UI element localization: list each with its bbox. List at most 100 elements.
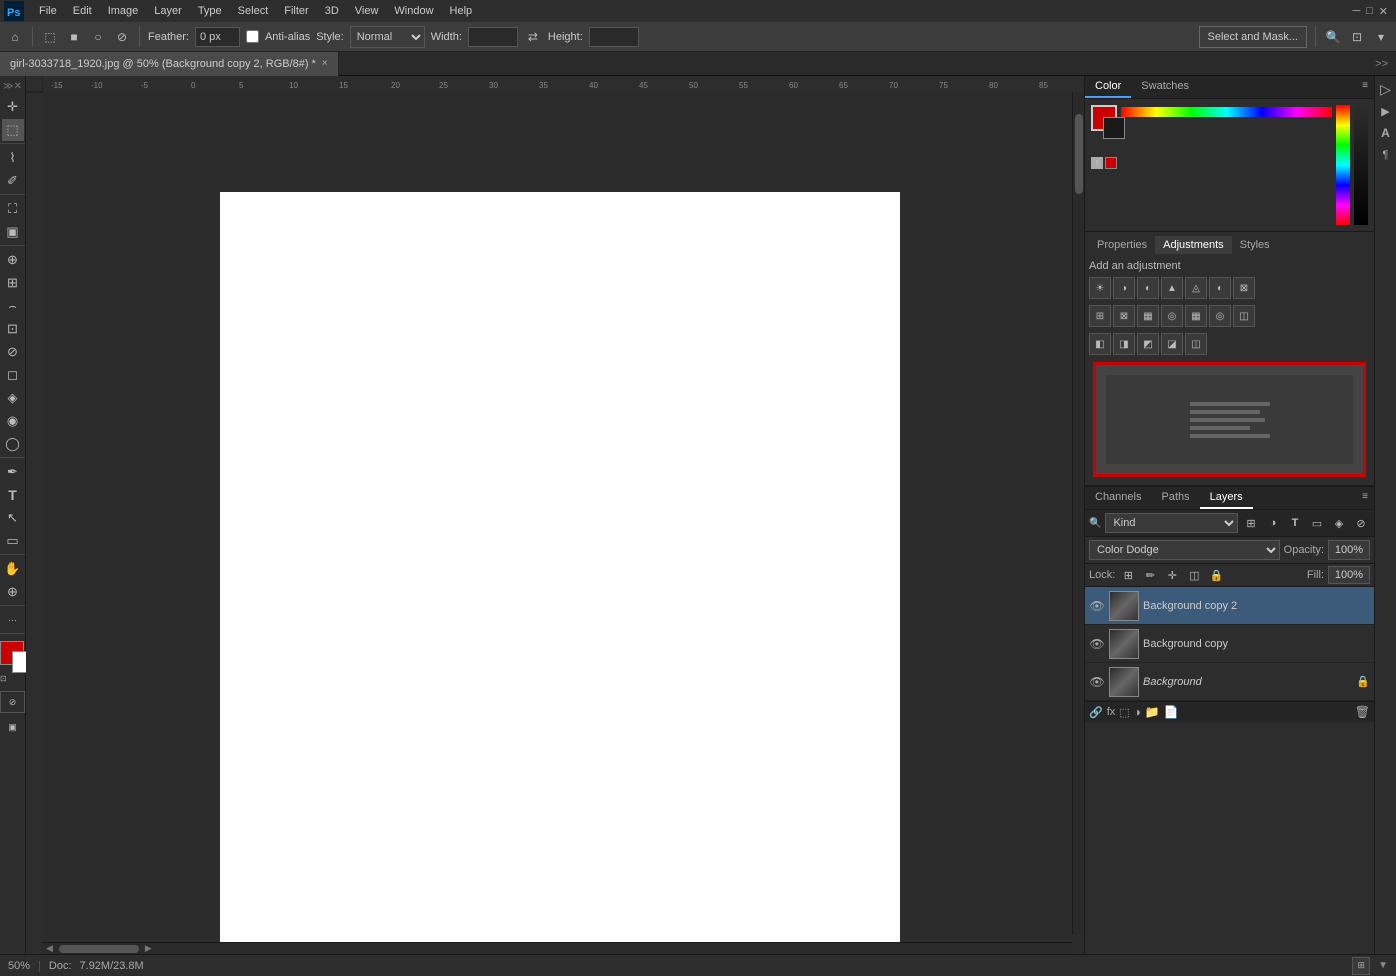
add-adj-icon[interactable]: ◑ — [1134, 705, 1141, 719]
adj-exposure[interactable]: ▲ — [1161, 277, 1183, 299]
toolbar-collapse-icon[interactable]: ≫ — [3, 81, 13, 92]
adj-posterize[interactable]: ◎ — [1209, 305, 1231, 327]
adj-hdr-toning[interactable]: ◪ — [1161, 333, 1183, 355]
adj-shadows[interactable]: ◩ — [1137, 333, 1159, 355]
path-select-tool[interactable]: ↖ — [2, 507, 24, 529]
layer-row-bg[interactable]: 👁 Background 🔒 — [1085, 663, 1374, 701]
adj-photo-filter[interactable]: ⊠ — [1113, 305, 1135, 327]
menu-help[interactable]: Help — [443, 3, 480, 19]
color-panel-menu[interactable]: ≡ — [1356, 76, 1374, 98]
adj-invert[interactable]: ▦ — [1185, 305, 1207, 327]
quick-mask-btn[interactable]: ⊘ — [0, 691, 25, 713]
layers-kind-select[interactable]: Kind Name Effect Mode Attribute Color — [1105, 513, 1238, 533]
filter-adj-icon[interactable]: ◑ — [1264, 514, 1282, 532]
menu-filter[interactable]: Filter — [277, 3, 315, 19]
menu-3d[interactable]: 3D — [318, 3, 346, 19]
search-icon[interactable]: 🔍 — [1324, 28, 1342, 46]
new-layer-icon[interactable]: 📄 — [1164, 705, 1179, 719]
vertical-scroll-thumb[interactable] — [1075, 114, 1083, 194]
delete-layer-icon[interactable]: 🗑 — [1355, 705, 1370, 719]
dodge-tool[interactable]: ◯ — [2, 433, 24, 455]
style-select[interactable]: Normal Fixed Ratio Fixed Size — [350, 26, 425, 48]
hue-spectrum[interactable] — [1121, 107, 1332, 117]
workspace-icon[interactable]: ⊡ — [1348, 28, 1366, 46]
adj-vibrance[interactable]: ◬ — [1185, 277, 1207, 299]
menu-select[interactable]: Select — [231, 3, 276, 19]
default-colors-icon[interactable]: ⊡ — [0, 674, 7, 683]
lock-position-icon[interactable]: ✛ — [1163, 566, 1181, 584]
menu-type[interactable]: Type — [191, 3, 229, 19]
height-input[interactable] — [589, 27, 639, 47]
tab-close-btn[interactable]: × — [322, 58, 328, 69]
gamut-color-box[interactable] — [1105, 157, 1117, 169]
blur-tool[interactable]: ◉ — [2, 410, 24, 432]
magic-wand-tool[interactable]: ✐ — [2, 170, 24, 192]
text-tool[interactable]: T — [2, 484, 24, 506]
scroll-left-btn[interactable]: ◀ — [44, 943, 55, 954]
close-btn[interactable]: ✕ — [1379, 5, 1388, 18]
selection-refine-icon[interactable]: ⊘ — [113, 28, 131, 46]
adj-bw[interactable]: ⊞ — [1089, 305, 1111, 327]
tab-swatches[interactable]: Swatches — [1131, 76, 1199, 98]
screen-mode-btn[interactable]: ▣ — [0, 716, 25, 738]
selection-tool-circle[interactable]: ○ — [89, 28, 107, 46]
heal-tool[interactable]: ⊞ — [2, 272, 24, 294]
tab-layers[interactable]: Layers — [1200, 487, 1253, 509]
menu-view[interactable]: View — [348, 3, 386, 19]
gradient-tool[interactable]: ◈ — [2, 387, 24, 409]
scroll-down-btn[interactable]: ▼ — [1378, 960, 1388, 971]
document-tab[interactable]: girl-3033718_1920.jpg @ 50% (Background … — [0, 52, 339, 76]
zoom-fit-icon[interactable]: ⊞ — [1352, 957, 1370, 975]
anti-alias-checkbox[interactable] — [246, 30, 259, 43]
filter-type-icon[interactable]: T — [1286, 514, 1304, 532]
history-brush[interactable]: ⊘ — [2, 341, 24, 363]
adj-threshold[interactable]: ◫ — [1233, 305, 1255, 327]
menu-file[interactable]: File — [32, 3, 64, 19]
zoom-tool[interactable]: ⊕ — [2, 581, 24, 603]
fill-input[interactable] — [1328, 566, 1370, 584]
tab-styles[interactable]: Styles — [1232, 236, 1278, 254]
home-icon[interactable]: ⌂ — [6, 28, 24, 46]
lock-artboards-icon[interactable]: ◫ — [1185, 566, 1203, 584]
filter-shape-icon[interactable]: ▭ — [1308, 514, 1326, 532]
adj-gradient-map[interactable]: ◧ — [1089, 333, 1111, 355]
minimize-btn[interactable]: ─ — [1352, 5, 1360, 18]
vertical-scrollbar[interactable] — [1072, 92, 1084, 934]
blend-mode-select[interactable]: Normal Dissolve Darken Multiply Color Bu… — [1089, 540, 1280, 560]
layer-row-bgcopy[interactable]: 👁 Background copy — [1085, 625, 1374, 663]
selection-tool[interactable]: ⬚ — [2, 119, 24, 141]
layer-row-bg2[interactable]: 👁 Background copy 2 — [1085, 587, 1374, 625]
hand-tool[interactable]: ✋ — [2, 558, 24, 580]
feather-input[interactable] — [195, 27, 240, 47]
move-tool[interactable]: ✛ — [2, 96, 24, 118]
adj-selective-color[interactable]: ◨ — [1113, 333, 1135, 355]
eyedropper-tool[interactable]: ⊕ — [2, 249, 24, 271]
tab-channels[interactable]: Channels — [1085, 487, 1151, 509]
restore-btn[interactable]: □ — [1366, 5, 1373, 18]
paragraph-icon[interactable]: ¶ — [1377, 146, 1395, 164]
filter-toggle-icon[interactable]: ⊘ — [1352, 514, 1370, 532]
menu-image[interactable]: Image — [101, 3, 146, 19]
new-group-icon[interactable]: 📁 — [1145, 705, 1160, 719]
more-tools-btn[interactable]: ··· — [2, 609, 24, 631]
play-icon[interactable]: ▶ — [1377, 102, 1395, 120]
color-hue-slider[interactable] — [1336, 105, 1350, 225]
bg-color-swatch[interactable] — [1103, 117, 1125, 139]
add-link-icon[interactable]: 🔗 — [1089, 706, 1103, 719]
horizontal-scroll-thumb[interactable] — [59, 945, 139, 953]
pen-tool[interactable]: ✒ — [2, 461, 24, 483]
width-input[interactable] — [468, 27, 518, 47]
adj-hue-sat[interactable]: ◐ — [1209, 277, 1231, 299]
add-effects-icon[interactable]: fx — [1107, 706, 1116, 718]
lasso-tool[interactable]: ⌇ — [2, 147, 24, 169]
eraser-tool[interactable]: ◻ — [2, 364, 24, 386]
tab-properties[interactable]: Properties — [1089, 236, 1155, 254]
filter-smart-icon[interactable]: ◈ — [1330, 514, 1348, 532]
layer-visibility-bg[interactable]: 👁 — [1089, 674, 1105, 690]
add-mask-icon[interactable]: ⬚ — [1119, 706, 1129, 719]
more-options-icon[interactable]: ▾ — [1372, 28, 1390, 46]
lock-paint-icon[interactable]: ✏ — [1141, 566, 1159, 584]
tab-color[interactable]: Color — [1085, 76, 1131, 98]
stamp-tool[interactable]: ⊡ — [2, 318, 24, 340]
lock-all-icon[interactable]: 🔒 — [1207, 566, 1225, 584]
